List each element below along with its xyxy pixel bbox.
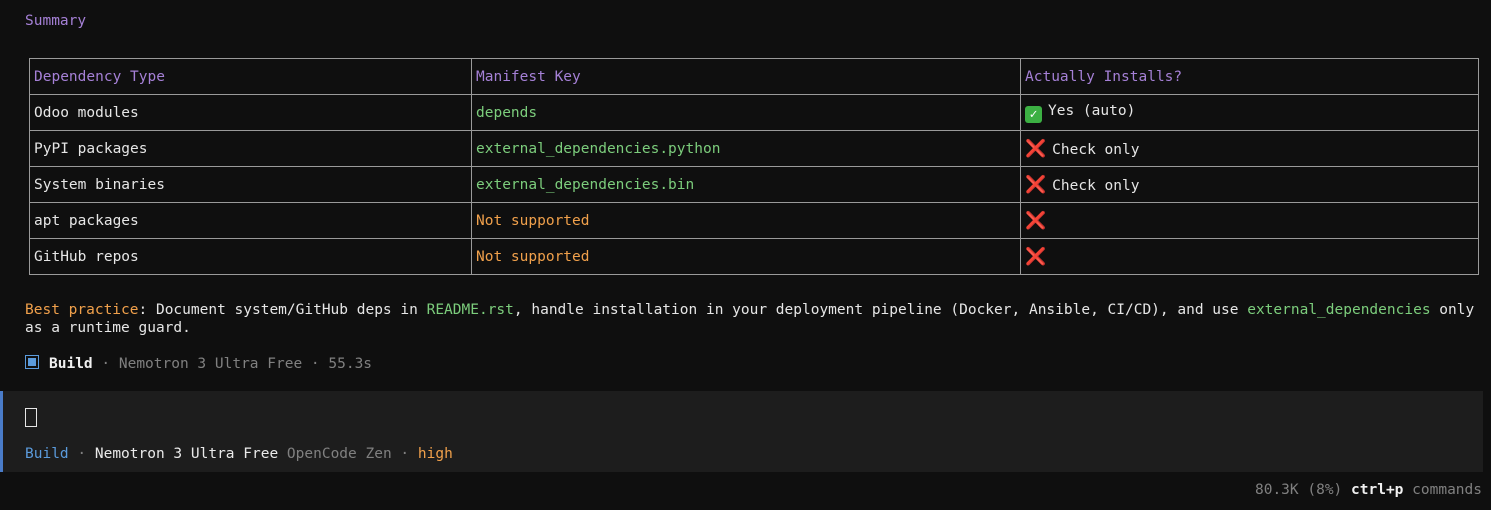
- cell-manifest-key: Not supported: [471, 238, 1021, 275]
- best-practice-label: Best practice: [25, 302, 139, 318]
- check-mark-icon: ✓: [1025, 105, 1042, 123]
- cell-manifest-key: external_dependencies.python: [471, 130, 1021, 167]
- effort-level[interactable]: high: [418, 446, 453, 462]
- header-actually-installs: Actually Installs?: [1020, 58, 1479, 95]
- summary-heading: Summary: [25, 13, 87, 29]
- build-duration: 55.3s: [328, 356, 373, 372]
- best-practice-note: Best practice: Document system/GitHub de…: [25, 301, 1485, 337]
- prompt-mode-line: Build · Nemotron 3 Ultra Free OpenCode Z…: [25, 446, 453, 462]
- build-status-line: Build · Nemotron 3 Ultra Free · 55.3s: [25, 355, 372, 372]
- provider-label: OpenCode Zen: [286, 446, 392, 462]
- cell-dependency-type: apt packages: [29, 202, 472, 239]
- dependency-table: Dependency Type Manifest Key Actually In…: [29, 58, 1479, 275]
- cell-dependency-type: GitHub repos: [29, 238, 472, 275]
- table-row: System binaries external_dependencies.bin…: [29, 166, 1479, 203]
- cross-mark-icon: ❌: [1025, 246, 1047, 267]
- cell-actually-installs: ❌: [1020, 238, 1479, 275]
- mode-separator-1: ·: [68, 446, 95, 462]
- build-model-name: Nemotron 3 Ultra Free: [118, 356, 303, 372]
- cell-dependency-type: PyPI packages: [29, 130, 472, 167]
- shortcut-commands-label[interactable]: commands: [1412, 482, 1482, 498]
- cell-actually-installs: ❌ Check only: [1020, 130, 1479, 167]
- build-square-icon: [25, 355, 39, 369]
- mode-build-label[interactable]: Build: [25, 446, 69, 462]
- table-row: Odoo modules depends ✓ Yes (auto): [29, 94, 1479, 131]
- mode-separator-2: ·: [391, 446, 418, 462]
- table-row: GitHub repos Not supported ❌: [29, 238, 1479, 275]
- terminal-page: Summary Dependency Type Manifest Key Act…: [0, 0, 1491, 510]
- cell-manifest-key: Not supported: [471, 202, 1021, 239]
- build-separator-2: ·: [302, 356, 329, 372]
- best-practice-text-2: , handle installation in your deployment…: [513, 302, 1248, 318]
- cell-actually-installs: ✓ Yes (auto): [1020, 94, 1479, 131]
- table-row: apt packages Not supported ❌: [29, 202, 1479, 239]
- table-header-row: Dependency Type Manifest Key Actually In…: [29, 58, 1479, 95]
- shortcut-key: ctrl+p: [1351, 482, 1404, 498]
- cell-actually-installs: ❌ Check only: [1020, 166, 1479, 203]
- cross-mark-icon: ❌: [1025, 210, 1047, 231]
- best-practice-text-1: : Document system/GitHub deps in: [138, 302, 427, 318]
- model-selector[interactable]: Nemotron 3 Ultra Free: [95, 446, 278, 462]
- footer-status: 80.3K (8%) ctrl+p commands: [1255, 482, 1482, 498]
- cell-manifest-key: depends: [471, 94, 1021, 131]
- build-separator-1: ·: [92, 356, 119, 372]
- prompt-input-panel[interactable]: Build · Nemotron 3 Ultra Free OpenCode Z…: [0, 391, 1483, 472]
- external-deps-code: external_dependencies: [1247, 302, 1431, 318]
- install-status-text: Check only: [1052, 141, 1140, 158]
- header-dependency-type: Dependency Type: [29, 58, 472, 95]
- cross-mark-icon: ❌: [1025, 138, 1047, 159]
- token-usage: 80.3K (8%): [1254, 482, 1343, 498]
- text-cursor[interactable]: [25, 408, 37, 427]
- cell-dependency-type: Odoo modules: [29, 94, 472, 131]
- install-status-text: Check only: [1052, 177, 1140, 194]
- cell-dependency-type: System binaries: [29, 166, 472, 203]
- header-manifest-key: Manifest Key: [471, 58, 1021, 95]
- cell-actually-installs: ❌: [1020, 202, 1479, 239]
- table-row: PyPI packages external_dependencies.pytho…: [29, 130, 1479, 167]
- build-agent-label: Build: [49, 356, 93, 372]
- cell-manifest-key: external_dependencies.bin: [471, 166, 1021, 203]
- cross-mark-icon: ❌: [1025, 174, 1047, 195]
- install-status-text: Yes (auto): [1048, 102, 1136, 119]
- readme-file-ref: README.rst: [426, 302, 514, 318]
